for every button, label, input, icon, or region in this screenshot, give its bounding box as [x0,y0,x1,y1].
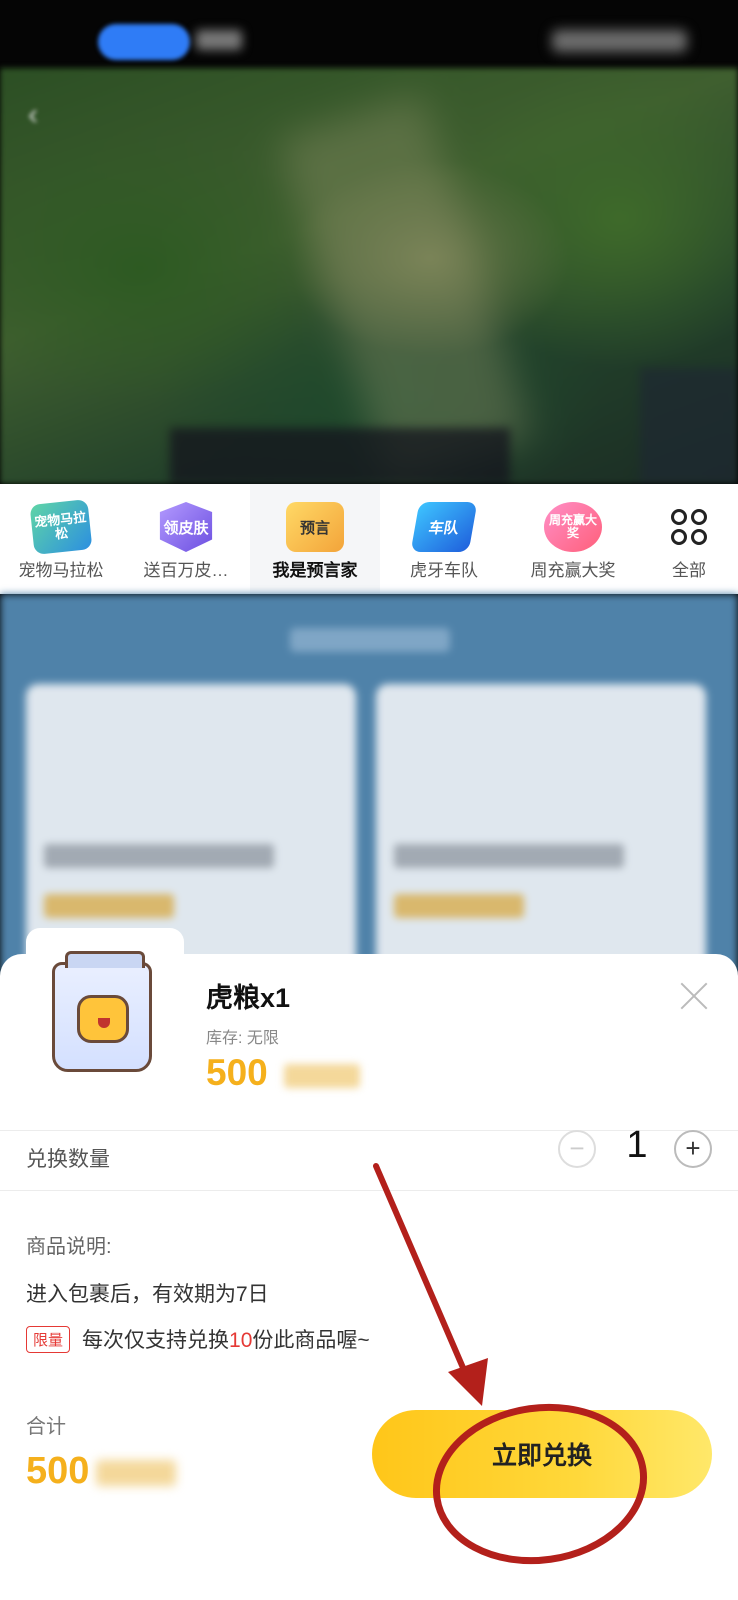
total-unit [96,1460,176,1486]
exchange-sheet: 虎粮x1 库存: 无限 500 兑换数量 − 1 + 商品说明: 进入包裹后，有… [0,928,738,1600]
activity-item-all[interactable]: 全部 [640,484,738,594]
activity-item-weekly-recharge[interactable]: 周充赢大奖 周充赢大奖 [508,484,638,594]
weekly-recharge-icon: 周充赢大奖 [544,502,602,552]
activity-label: 送百万皮… [143,561,229,580]
product-price: 500 [206,1052,268,1093]
live-video-player[interactable] [0,68,738,484]
activity-label: 周充赢大奖 [530,561,616,580]
video-game-hud [170,428,510,484]
quantity-label: 兑换数量 [26,1148,110,1171]
limit-text: 每次仅支持兑换10份此商品喔~ [82,1329,370,1352]
close-icon[interactable] [676,978,712,1014]
product-name: 虎粮x1 [206,983,291,1013]
limit-notice: 限量 每次仅支持兑换10份此商品喔~ [26,1324,370,1354]
product-thumbnail [26,928,184,1076]
status-bar [0,0,738,68]
exchange-now-button[interactable]: 立即兑换 [372,1410,712,1498]
video-minimap [640,368,738,484]
tiger-food-bag-icon [52,951,152,1072]
activity-item-pet-marathon[interactable]: 宠物马拉松 宠物马拉松 [0,484,122,594]
description-title: 商品说明: [26,1236,112,1258]
status-indicators [552,30,687,52]
divider [0,1190,738,1191]
quantity-minus-button[interactable]: − [558,1130,596,1168]
prophet-icon: 预言 [286,502,344,552]
activity-item-team[interactable]: 车队 虎牙车队 [382,484,506,594]
activity-label: 宠物马拉松 [18,561,104,580]
total-label: 合计 [26,1416,66,1438]
status-time [196,30,242,50]
grid-icon [660,502,718,552]
activity-label: 我是预言家 [272,561,358,580]
back-arrow-icon[interactable]: ‹ [28,100,58,130]
limit-number: 10 [229,1329,253,1352]
status-pill [98,24,190,60]
store-header [290,628,450,652]
pet-marathon-icon: 宠物马拉松 [29,499,93,555]
activity-item-prophet[interactable]: 预言 我是预言家 [250,484,380,594]
video-scene-lane [278,93,532,483]
activity-label: 全部 [672,561,706,580]
activity-label: 虎牙车队 [410,561,478,580]
store-card [376,684,706,984]
skin-gift-icon: 领皮肤 [159,502,213,552]
description-text: 进入包裹后，有效期为7日 [26,1283,269,1306]
product-stock: 库存: 无限 [206,1030,279,1047]
activity-strip: 宠物马拉松 宠物马拉松 领皮肤 送百万皮… 预言 我是预言家 车队 虎牙车队 周… [0,484,738,594]
price-unit [284,1064,360,1088]
total-value: 500 [26,1450,90,1492]
team-icon: 车队 [410,502,478,552]
quantity-plus-button[interactable]: + [674,1130,712,1168]
activity-item-skin-gift[interactable]: 领皮肤 送百万皮… [124,484,248,594]
quantity-value: 1 [626,1124,648,1166]
limit-badge: 限量 [26,1325,71,1353]
